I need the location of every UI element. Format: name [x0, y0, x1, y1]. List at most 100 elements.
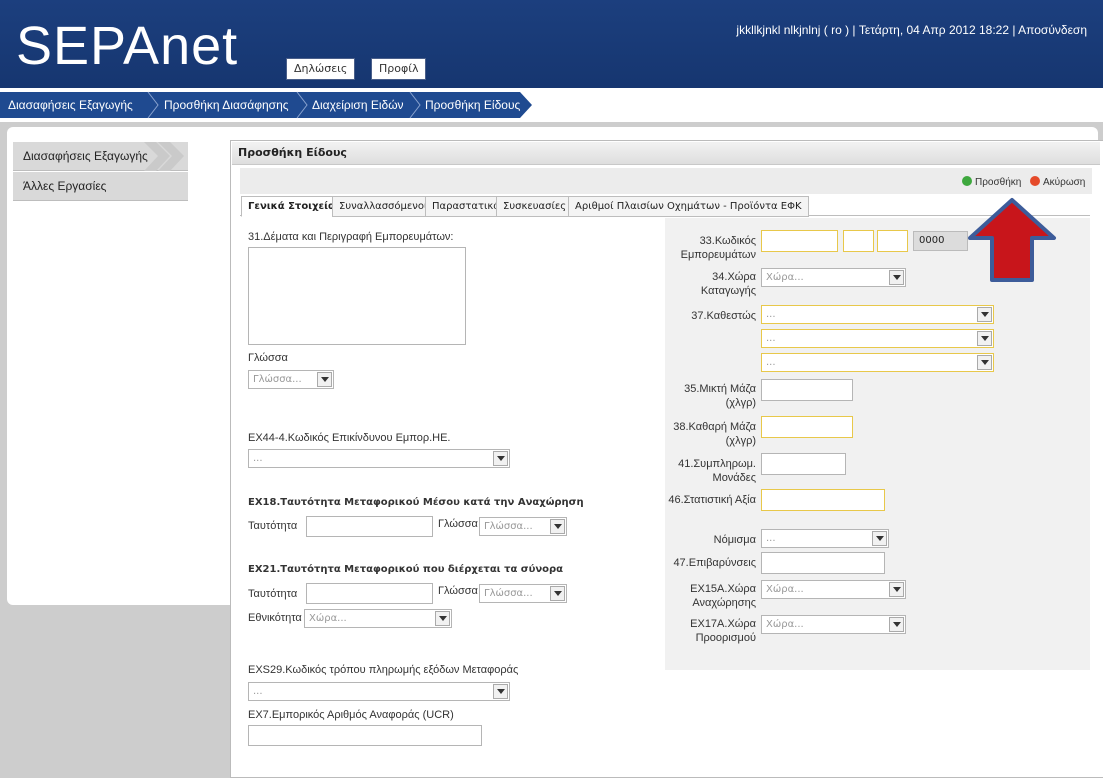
cancel-icon	[1030, 176, 1040, 186]
ex15a-select[interactable]: Χώρα...	[761, 580, 906, 599]
origin-country-select[interactable]: Χώρα...	[761, 268, 906, 287]
sidebar-item-other-tasks[interactable]: Άλλες Εργασίες	[13, 172, 188, 201]
regime-label: 37.Καθεστώς	[691, 310, 756, 322]
regime-select-1[interactable]: ...	[761, 305, 994, 324]
breadcrumb-item-manage-items[interactable]: Διαχείριση Ειδών	[312, 92, 404, 118]
charges-input[interactable]	[761, 552, 885, 574]
chevron-down-icon	[889, 270, 904, 285]
net-mass-label: 38.Καθαρή Μάζα (χλγρ)	[673, 421, 756, 447]
nav-profile-button[interactable]: Προφίλ	[371, 58, 427, 80]
ex21-language-label: Γλώσσα	[438, 585, 478, 597]
check-icon	[962, 176, 972, 186]
ex21-language-select[interactable]: Γλώσσα...	[479, 584, 567, 603]
sidebar-item-export-declarations[interactable]: Διασαφήσεις Εξαγωγής	[13, 142, 188, 171]
currency-label: Νόμισμα	[713, 534, 756, 546]
regime-select-2[interactable]: ...	[761, 329, 994, 348]
ex21-language-select-value: Γλώσσα...	[484, 588, 533, 599]
ex18-identity-label: Ταυτότητα	[248, 520, 298, 532]
language-label: Γλώσσα	[248, 352, 288, 364]
tab-packages[interactable]: Συσκευασίες	[496, 196, 574, 217]
exs29-select[interactable]: ...	[248, 682, 510, 701]
ex18-identity-input[interactable]	[306, 516, 433, 537]
cancel-button[interactable]: Ακύρωση	[1030, 176, 1085, 188]
regime-select-value: ...	[766, 333, 776, 344]
ex21-nationality-select[interactable]: Χώρα...	[304, 609, 452, 628]
tab-documents[interactable]: Παραστατικά	[425, 196, 507, 217]
language-select-value: Γλώσσα...	[253, 374, 302, 385]
dangerous-code-select-value: ...	[253, 453, 263, 464]
tab-vehicle-frames[interactable]: Αριθμοί Πλαισίων Οχημάτων - Προϊόντα ΕΦΚ	[568, 196, 809, 217]
origin-country-label: 34.Χώρα Καταγωγής	[700, 271, 756, 297]
ex21-identity-label: Ταυτότητα	[248, 588, 298, 600]
chevron-down-icon	[889, 617, 904, 632]
panel-title-bar: Προσθήκη Είδους	[232, 142, 1100, 165]
supplementary-units-label: 41.Συμπληρωμ. Μονάδες	[678, 458, 756, 484]
chevron-down-icon	[493, 684, 508, 699]
chevron-right-icon	[144, 142, 184, 171]
sepanet-logo[interactable]: SEPAnet	[16, 14, 238, 78]
dangerous-code-select[interactable]: ...	[248, 449, 510, 468]
language-select[interactable]: Γλώσσα...	[248, 370, 334, 389]
goods-code-input-2[interactable]	[843, 230, 874, 252]
breadcrumb-item-add-item[interactable]: Προσθήκη Είδους	[425, 92, 520, 118]
ex18-title: ΕΧ18.Ταυτότητα Μεταφορικού Μέσου κατά τη…	[248, 497, 584, 508]
chevron-down-icon	[977, 331, 992, 346]
add-button-label: Προσθήκη	[975, 177, 1022, 188]
goods-code-label: 33.Κωδικός Εμπορευμάτων	[680, 235, 756, 261]
origin-country-select-value: Χώρα...	[766, 272, 804, 283]
chevron-down-icon	[889, 582, 904, 597]
dangerous-code-label: ΕΧ44-4.Κωδικός Επικίνδυνου Εμπορ.ΗΕ.	[248, 432, 451, 444]
ex7-label: ΕΧ7.Εμπορικός Αριθμός Αναφοράς (UCR)	[248, 709, 454, 721]
ex18-language-select-value: Γλώσσα...	[484, 521, 533, 532]
ex17a-label: ΕΧ17Α.Χώρα Προορισμού	[690, 618, 756, 644]
charges-label: 47.Επιβαρύνσεις	[673, 557, 756, 569]
regime-select-3[interactable]: ...	[761, 353, 994, 372]
tab-parties[interactable]: Συναλλασσόμενοι	[332, 196, 435, 217]
exs29-label: EXS29.Κωδικός τρόπου πληρωμής εξόδων Μετ…	[248, 664, 519, 676]
annotation-arrow-icon	[968, 198, 1056, 282]
ex15a-label: ΕΧ15Α.Χώρα Αναχώρησης	[690, 583, 756, 609]
nav-declarations-button[interactable]: Δηλώσεις	[286, 58, 356, 80]
regime-select-value: ...	[766, 357, 776, 368]
breadcrumb-item-export-declarations[interactable]: Διασαφήσεις Εξαγωγής	[8, 92, 133, 118]
chevron-down-icon	[977, 307, 992, 322]
chevron-down-icon	[435, 611, 450, 626]
ex17a-select[interactable]: Χώρα...	[761, 615, 906, 634]
gross-mass-label: 35.Μικτή Μάζα (χλγρ)	[684, 383, 756, 409]
description-label: 31.Δέματα και Περιγραφή Εμπορευμάτων:	[248, 231, 454, 243]
user-info: jkkllkjnkl nlkjnlnj ( ro ) | Τετάρτη, 04…	[736, 23, 1087, 37]
cancel-button-label: Ακύρωση	[1043, 177, 1086, 188]
ex21-nationality-label: Εθνικότητα	[248, 612, 302, 624]
ex15a-select-value: Χώρα...	[766, 584, 804, 595]
sidebar-item-label: Άλλες Εργασίες	[23, 179, 107, 193]
net-mass-input[interactable]	[761, 416, 853, 438]
goods-code-input-1[interactable]	[761, 230, 838, 252]
description-textarea[interactable]	[248, 247, 466, 345]
ex18-language-label: Γλώσσα	[438, 518, 478, 530]
currency-select[interactable]: ...	[761, 529, 889, 548]
sidebar-item-label: Διασαφήσεις Εξαγωγής	[23, 149, 148, 163]
ex21-identity-input[interactable]	[306, 583, 433, 604]
chevron-down-icon	[317, 372, 332, 387]
panel-title: Προσθήκη Είδους	[238, 146, 347, 159]
chevron-down-icon	[872, 531, 887, 546]
statistical-value-input[interactable]	[761, 489, 885, 511]
chevron-down-icon	[550, 519, 565, 534]
breadcrumb-item-add-declaration[interactable]: Προσθήκη Διασάφησης	[164, 92, 289, 118]
add-button[interactable]: Προσθήκη	[962, 176, 1021, 188]
goods-code-input-3[interactable]	[877, 230, 908, 252]
goods-code-suffix: 0000	[913, 231, 968, 251]
chevron-down-icon	[550, 586, 565, 601]
regime-select-value: ...	[766, 309, 776, 320]
ex18-language-select[interactable]: Γλώσσα...	[479, 517, 567, 536]
currency-select-value: ...	[766, 533, 776, 544]
supplementary-units-input[interactable]	[761, 453, 846, 475]
tab-general[interactable]: Γενικά Στοιχεία	[241, 196, 342, 217]
ex17a-select-value: Χώρα...	[766, 619, 804, 630]
ex7-input[interactable]	[248, 725, 482, 746]
chevron-down-icon	[493, 451, 508, 466]
ex21-nationality-select-value: Χώρα...	[309, 613, 347, 624]
ex21-title: ΕΧ21.Ταυτότητα Μεταφορικού που διέρχεται…	[248, 564, 564, 575]
chevron-down-icon	[977, 355, 992, 370]
gross-mass-input[interactable]	[761, 379, 853, 401]
